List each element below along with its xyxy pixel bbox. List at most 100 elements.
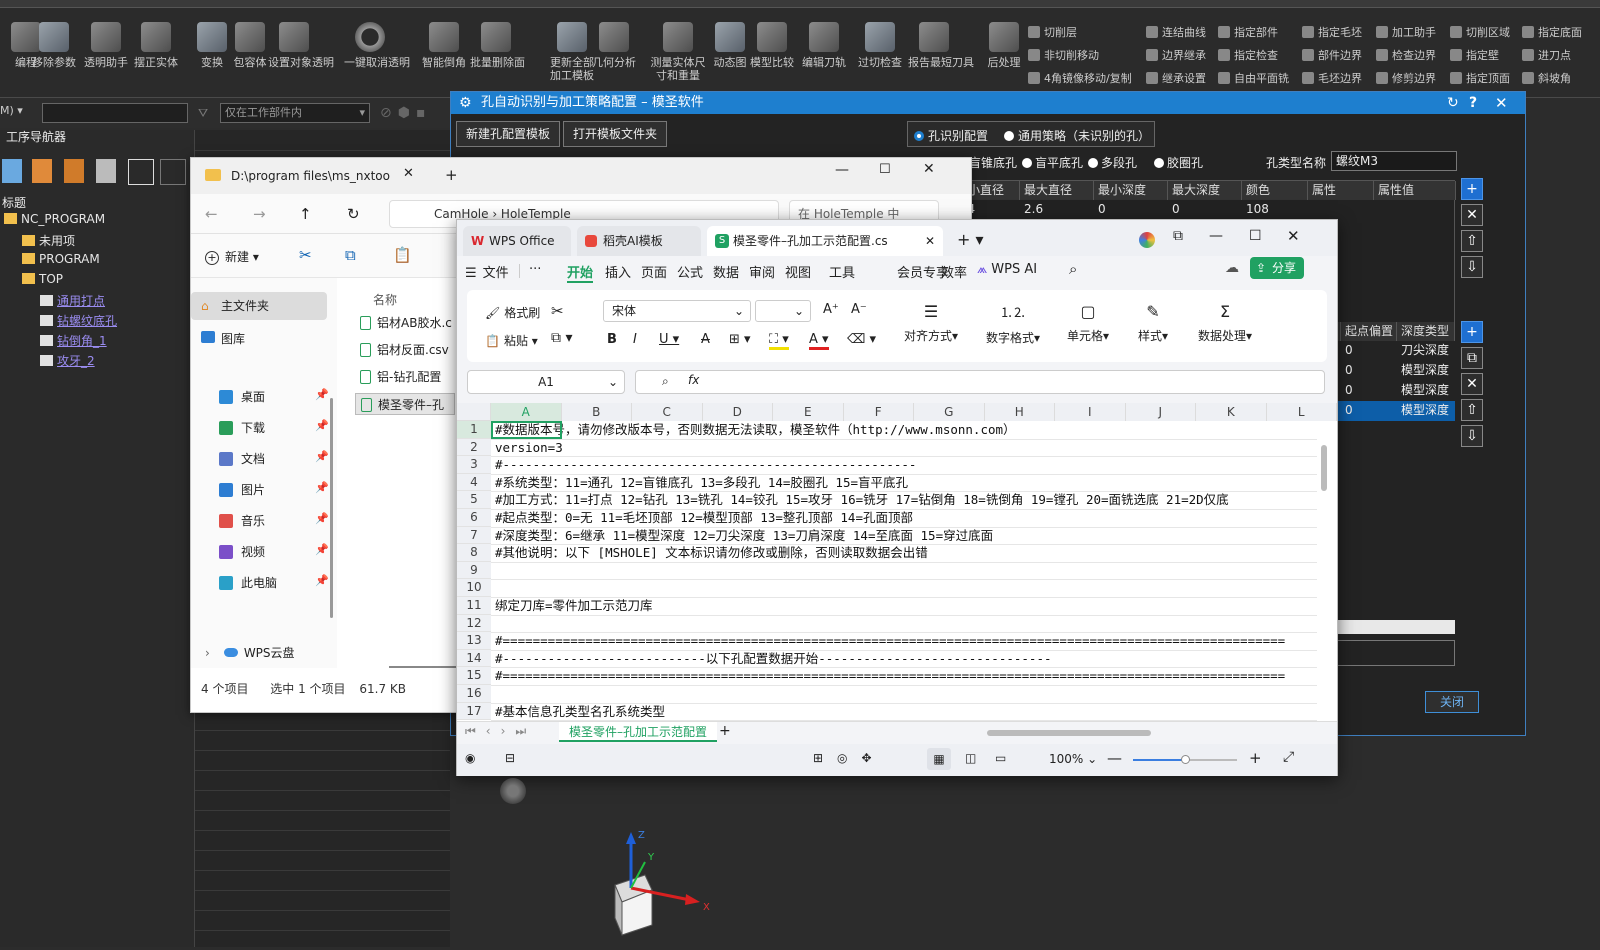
arrow-up-icon[interactable]: ⇧ [1461, 230, 1483, 252]
row-header[interactable]: 15 [457, 667, 491, 685]
nx-tool-1[interactable]: 移除参数 [28, 22, 80, 69]
name-box[interactable]: A1 ⌄ [467, 370, 625, 394]
nx-tool-18[interactable]: 后处理 [978, 22, 1030, 69]
sheet-list-icon[interactable]: ⊟ [505, 751, 515, 765]
cell-a8[interactable]: #其他说明：以下 [MSHOLE] 文本标识请勿修改或删除，否则读取数据会出错 [495, 544, 928, 562]
tree-item[interactable]: 钻螺纹底孔 [40, 312, 117, 329]
italic-icon[interactable]: I [633, 332, 637, 347]
radio-recognition[interactable]: 孔识别配置 [914, 127, 988, 144]
fx-icon[interactable]: fx [688, 373, 699, 387]
forward-icon[interactable]: → [253, 205, 266, 223]
row-header[interactable]: 14 [457, 649, 491, 668]
funnel-icon[interactable]: ⛛ [198, 106, 208, 121]
nav-pane-scrollbar[interactable] [330, 398, 333, 618]
column-header[interactable]: A [491, 403, 562, 421]
refresh-icon[interactable]: ↻ [347, 205, 360, 223]
cut-icon[interactable]: ✂ [551, 302, 564, 320]
row-header[interactable]: 2 [457, 438, 491, 457]
row-header[interactable]: 17 [457, 702, 491, 721]
table1-header[interactable]: 属性 [1308, 181, 1374, 200]
wps-menu-item[interactable]: ⩕ WPS AI [977, 262, 1037, 277]
nav-item[interactable]: 文档 📌 [219, 450, 329, 467]
pin-icon[interactable]: 📌 [315, 419, 329, 432]
nx-small-tool-13[interactable]: 检查边界 [1376, 47, 1436, 63]
column-header[interactable]: F [843, 403, 914, 421]
pin-icon[interactable]: 📌 [315, 481, 329, 494]
nx-small-tool-12[interactable]: 加工助手 [1376, 24, 1436, 40]
cell-a11[interactable]: 绑定刀库=零件加工示范刀库 [495, 597, 653, 615]
tab-close-icon[interactable]: ✕ [403, 166, 414, 181]
column-header[interactable]: K [1196, 403, 1267, 421]
wps-menu-item[interactable]: 页面 [641, 262, 667, 281]
hole-type-radio[interactable]: 多段孔 [1088, 154, 1137, 171]
back-icon[interactable]: ← [205, 205, 218, 223]
close-icon[interactable]: ✕ [1461, 204, 1483, 226]
wps-menu-item[interactable]: 工具 [829, 262, 855, 281]
row-header[interactable]: 9 [457, 561, 491, 580]
nx-small-tool-19[interactable]: 进刀点 [1522, 47, 1571, 63]
cloud-sync-icon[interactable]: ☁ [1225, 260, 1239, 276]
plus-icon[interactable]: + [1461, 321, 1483, 343]
record-icon[interactable]: ◉ [465, 751, 475, 765]
column-header[interactable]: L [1266, 403, 1337, 421]
table1-header[interactable]: 属性值 [1374, 181, 1456, 200]
row-header[interactable]: 13 [457, 632, 491, 650]
v-scrollbar[interactable] [1321, 445, 1327, 491]
format-painter-button[interactable]: 🖌 格式刷 [485, 304, 540, 321]
pin-icon[interactable]: 📌 [315, 512, 329, 525]
type-filter-dropdown[interactable] [42, 103, 188, 123]
fullscreen-icon[interactable]: ⤢ [1283, 749, 1294, 765]
nx-tool-8[interactable]: 智能倒角 [418, 22, 470, 69]
view-rotate-icon[interactable] [500, 778, 526, 804]
nx-small-tool-3[interactable]: 连结曲线 [1146, 24, 1206, 40]
increase-font-icon[interactable]: A⁺ [823, 302, 839, 317]
wps-menu-item[interactable]: ··· [529, 262, 541, 277]
wps-menu-item[interactable]: 开始 [567, 262, 594, 283]
nx-small-tool-15[interactable]: 切削区域 [1450, 24, 1510, 40]
wps-menu-item[interactable]: 视图 [785, 262, 811, 281]
file-item[interactable]: 模圣零件–孔 [355, 393, 455, 415]
pin-icon[interactable]: 📌 [315, 388, 329, 401]
wps-tab-docer[interactable]: 稻壳AI模板 [577, 226, 701, 256]
minimize-icon[interactable]: — [835, 162, 849, 178]
normal-view-icon[interactable]: ▦ [927, 748, 951, 770]
page-view-icon[interactable]: ◫ [965, 751, 976, 765]
nx-small-tool-20[interactable]: 斜坡角 [1522, 70, 1571, 86]
file-item[interactable]: 铝材反面.csv [355, 339, 455, 361]
cell-a17[interactable]: #基本信息孔类型名孔系统类型 [495, 703, 665, 721]
nx-tool-11[interactable]: 几何分析 [588, 22, 640, 69]
data-processing-button[interactable]: Σ 数据处理▾ [1193, 302, 1257, 344]
column-header[interactable]: H [984, 403, 1055, 421]
table2-header[interactable]: 深度类型 [1397, 322, 1455, 341]
pin-icon[interactable]: 📌 [315, 450, 329, 463]
arrow-down-icon[interactable]: ⇩ [1461, 256, 1483, 278]
file-item[interactable]: 铝-钻孔配置 [355, 366, 455, 388]
close-icon[interactable]: ✕ [1461, 373, 1483, 395]
wps-menu-item[interactable]: 审阅 [749, 262, 775, 281]
column-header[interactable]: B [561, 403, 632, 421]
preview-icon[interactable]: ▭ [995, 751, 1006, 765]
explorer-tab-path[interactable]: D:\program files\ms_nxtools\M [231, 169, 391, 183]
zoom-select[interactable]: 100% ⌄ [1049, 752, 1097, 766]
row-header[interactable]: 6 [457, 509, 491, 527]
cell-a14[interactable]: #---------------------------以下孔配置数据开始---… [495, 650, 1052, 668]
table1-header[interactable]: 最小深度 [1094, 181, 1168, 200]
zoom-out-icon[interactable]: — [1107, 749, 1122, 767]
nx-tool-14[interactable]: 模型比较 [746, 22, 798, 69]
wps-menu-item[interactable]: 公式 [677, 262, 703, 281]
wps-menu-item[interactable]: 效率 [941, 262, 967, 281]
refresh-icon[interactable]: ↻ [1447, 92, 1459, 114]
nx-small-tool-10[interactable]: 部件边界 [1302, 47, 1362, 63]
table1-cell[interactable]: 0 [1094, 200, 1168, 219]
nx-small-tool-14[interactable]: 修剪边界 [1376, 70, 1436, 86]
nav-item[interactable]: 视频 📌 [219, 543, 329, 560]
window-close-icon[interactable]: ✕ [923, 161, 935, 177]
wps-menu-item[interactable]: 插入 [605, 262, 631, 281]
column-header[interactable]: G [914, 403, 985, 421]
hole-type-name-input[interactable]: 螺纹M3 [1331, 151, 1457, 171]
copilot-icon[interactable] [1139, 232, 1155, 248]
window-close-icon[interactable]: ✕ [1287, 227, 1300, 245]
column-header[interactable]: D [702, 403, 773, 421]
new-tab-icon[interactable]: + [445, 166, 458, 184]
h-scrollbar[interactable] [987, 730, 1151, 736]
